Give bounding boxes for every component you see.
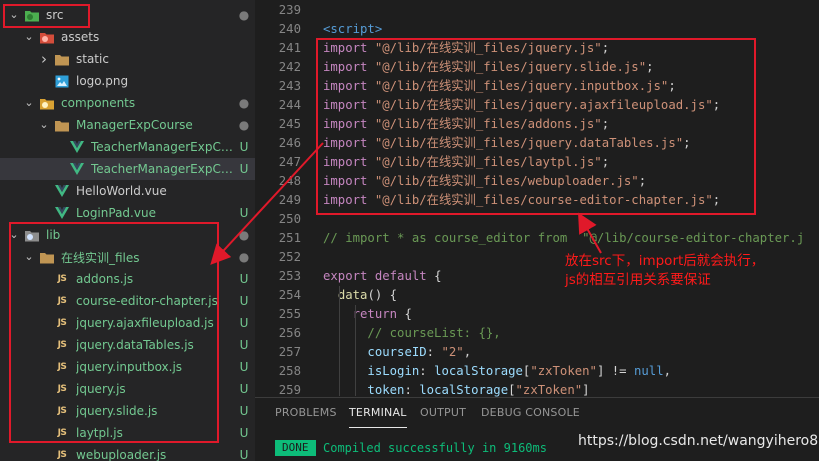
annotation-note: 放在src下，import后就会执行， js的相互引用关系要保证 [565,252,805,290]
annotation-line-1: 放在src下，import后就会执行， [565,253,765,269]
arrow-to-lib [210,142,324,265]
annotation-arrows [210,142,602,265]
annotation-line-2: js的相互引用关系要保证 [565,272,711,288]
watermark: https://blog.csdn.net/wangyihero8 [578,433,819,449]
arrow-to-imports [578,212,602,254]
